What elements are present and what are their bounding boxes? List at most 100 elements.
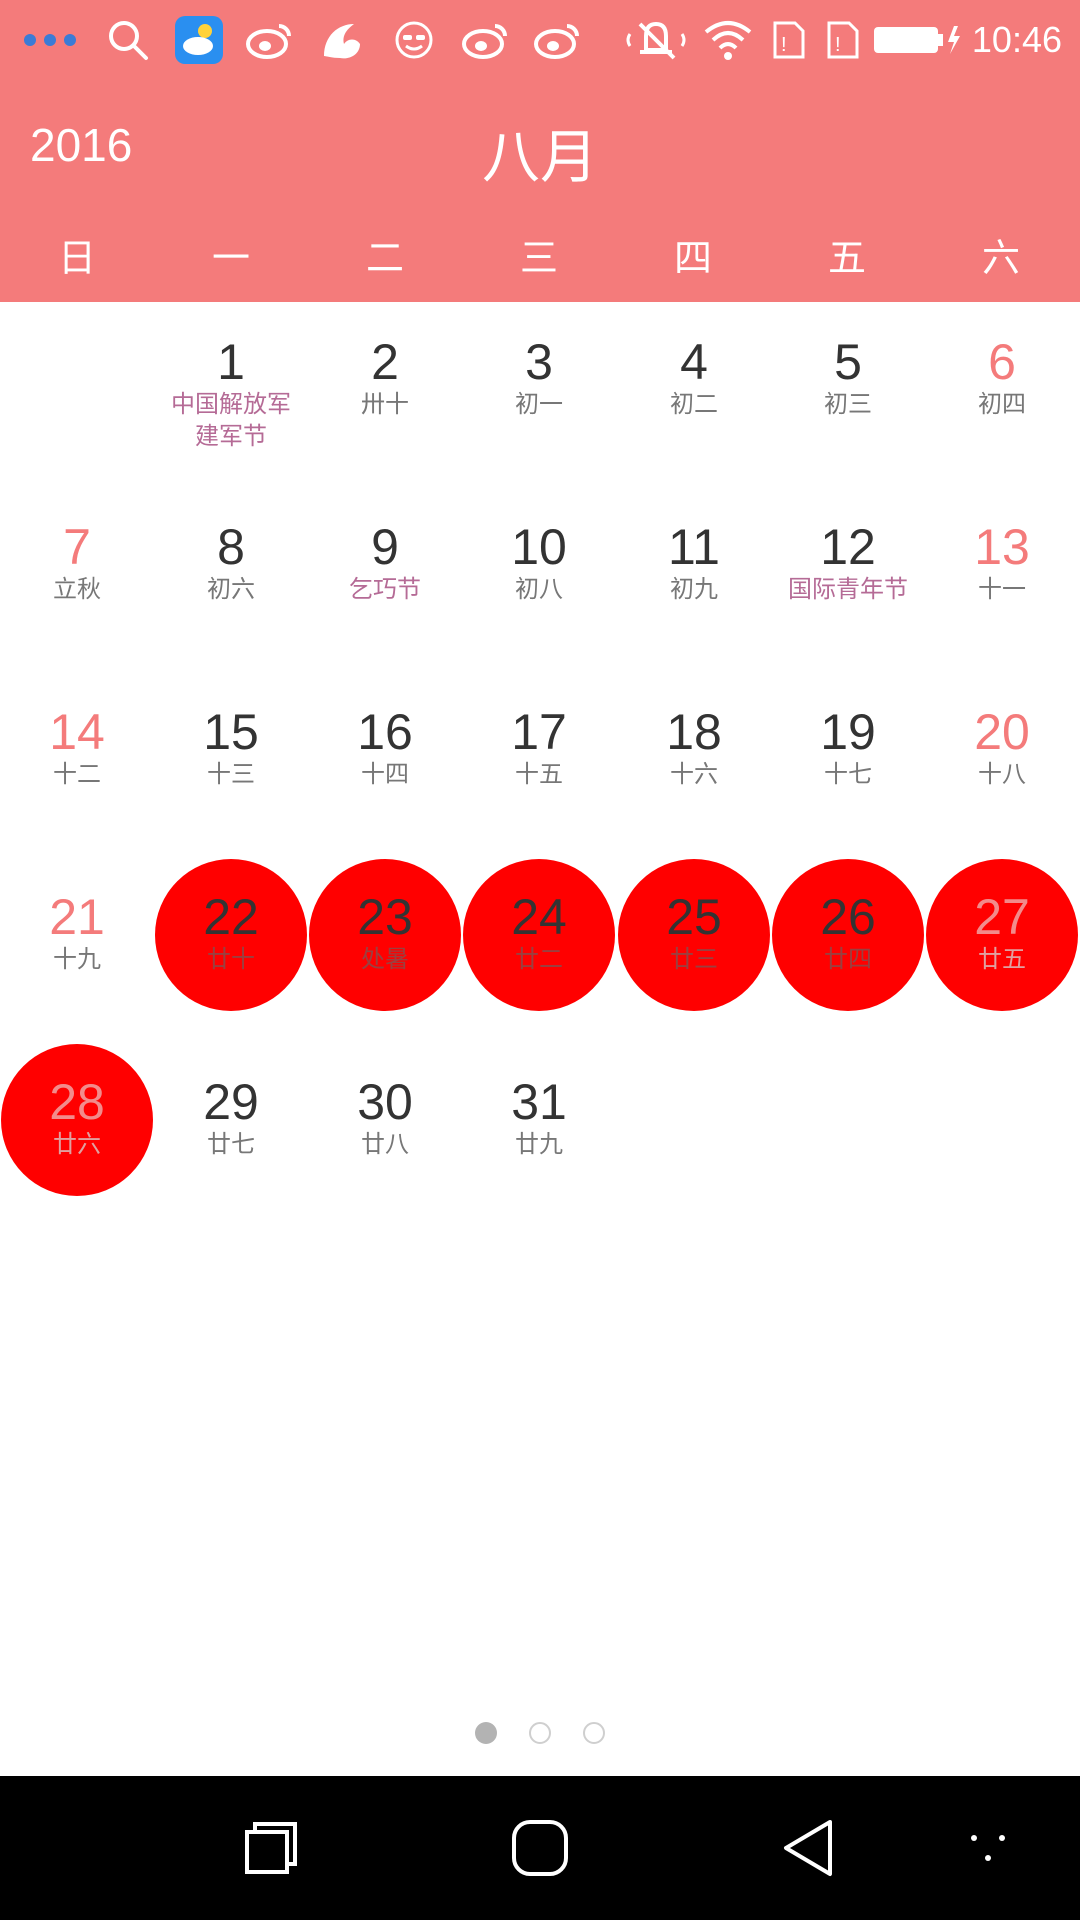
day-cell[interactable]: 8 初六 (154, 487, 308, 672)
lunar-label: 十九 (53, 945, 101, 973)
search-icon (100, 0, 156, 80)
weibo-icon (530, 0, 586, 80)
day-cell[interactable]: 9 乞巧节 (308, 487, 462, 672)
lunar-label: 十六 (670, 760, 718, 788)
day-number: 31 (511, 1074, 567, 1130)
day-cell[interactable]: 31 廿九 (462, 1042, 616, 1227)
day-number: 6 (988, 334, 1016, 390)
day-cell[interactable]: 24 廿二 (462, 857, 616, 1042)
home-icon[interactable] (480, 1776, 600, 1920)
day-cell[interactable]: 3 初一 (462, 302, 616, 487)
day-cell[interactable]: 15 十三 (154, 672, 308, 857)
battery-charging-icon (872, 0, 964, 80)
day-cell[interactable]: 20 十八 (925, 672, 1079, 857)
more-dots-icon (18, 0, 82, 80)
lunar-label: 卅十 (361, 390, 409, 418)
weekday-sun: 日 (57, 236, 96, 280)
day-number: 10 (511, 519, 567, 575)
lunar-label: 中国解放军 建军节 (171, 390, 291, 450)
svg-text:!: ! (781, 34, 787, 56)
day-cell[interactable]: 7 立秋 (0, 487, 154, 672)
day-number: 3 (525, 334, 553, 390)
day-cell[interactable]: 17 十五 (462, 672, 616, 857)
day-cell[interactable]: 6 初四 (925, 302, 1079, 487)
day-cell[interactable]: 14 十二 (0, 672, 154, 857)
day-cell[interactable]: 5 初三 (771, 302, 925, 487)
weekday-tue: 二 (365, 236, 404, 280)
day-number: 23 (357, 889, 413, 945)
day-number: 4 (680, 334, 708, 390)
lunar-label: 十五 (515, 760, 563, 788)
navigation-bar (0, 1776, 1080, 1920)
day-cell[interactable]: 28 廿六 (0, 1042, 154, 1227)
day-number: 2 (371, 334, 399, 390)
calendar-header: 2016 八月 日 一 二 三 四 五 六 (0, 80, 1080, 302)
lunar-label: 初八 (515, 575, 563, 603)
day-cell[interactable]: 25 廿三 (617, 857, 771, 1042)
back-icon[interactable] (748, 1776, 868, 1920)
lunar-label: 处暑 (361, 945, 409, 973)
day-number: 29 (203, 1074, 259, 1130)
sim1-icon: ! (764, 0, 814, 80)
lunar-label: 初一 (515, 390, 563, 418)
lunar-label: 十四 (361, 760, 409, 788)
lunar-label: 国际青年节 (788, 575, 908, 603)
calendar-grid: 1 中国解放军 建军节 2 卅十 3 初一 4 初二 5 初三 6 初四 7 立秋 8 初六 9 乞巧节 10 初八 1… (0, 302, 1080, 1232)
day-number: 28 (49, 1074, 105, 1130)
lunar-label: 十三 (207, 760, 255, 788)
day-cell[interactable]: 27 廿五 (925, 857, 1079, 1042)
day-number: 8 (217, 519, 245, 575)
lunar-label: 十一 (978, 575, 1026, 603)
day-number: 20 (974, 704, 1030, 760)
day-cell[interactable]: 13 十一 (925, 487, 1079, 672)
day-number: 17 (511, 704, 567, 760)
wifi-icon (700, 0, 756, 80)
page-dot[interactable] (583, 1722, 605, 1744)
lunar-label: 十二 (53, 760, 101, 788)
recent-apps-icon[interactable] (211, 1776, 331, 1920)
day-cell[interactable]: 19 十七 (771, 672, 925, 857)
day-cell[interactable]: 23 处暑 (308, 857, 462, 1042)
lunar-label: 廿二 (515, 945, 563, 973)
page-dot[interactable] (529, 1722, 551, 1744)
day-cell[interactable]: 16 十四 (308, 672, 462, 857)
day-number: 12 (820, 519, 876, 575)
lunar-label: 廿十 (207, 945, 255, 973)
day-number: 24 (511, 889, 567, 945)
weekday-fri: 五 (827, 236, 866, 280)
weekday-thu: 四 (673, 236, 712, 280)
day-number: 18 (666, 704, 722, 760)
day-number: 9 (371, 519, 399, 575)
page-indicator (0, 1722, 1080, 1746)
day-number: 7 (63, 519, 91, 575)
day-cell[interactable]: 10 初八 (462, 487, 616, 672)
lunar-label: 廿八 (361, 1130, 409, 1158)
lunar-label: 廿三 (670, 945, 718, 973)
day-cell[interactable]: 22 廿十 (154, 857, 308, 1042)
day-cell[interactable]: 18 十六 (617, 672, 771, 857)
day-cell[interactable]: 12 国际青年节 (771, 487, 925, 672)
day-cell[interactable]: 21 十九 (0, 857, 154, 1042)
status-time: 10:46 (971, 19, 1062, 60)
day-cell[interactable]: 2 卅十 (308, 302, 462, 487)
day-cell[interactable]: 29 廿七 (154, 1042, 308, 1227)
day-cell[interactable]: 11 初九 (617, 487, 771, 672)
month-title[interactable]: 八月 (0, 110, 1080, 194)
face-app-icon (386, 0, 442, 80)
lunar-label: 廿五 (978, 945, 1026, 973)
weibo-icon (458, 0, 514, 80)
menu-icon[interactable] (928, 1776, 1048, 1920)
weibo-icon (242, 0, 298, 80)
page-dot[interactable] (475, 1722, 497, 1744)
day-number: 25 (666, 889, 722, 945)
sim2-icon: ! (818, 0, 868, 80)
day-cell[interactable]: 1 中国解放军 建军节 (154, 302, 308, 487)
day-cell[interactable]: 4 初二 (617, 302, 771, 487)
lunar-label: 廿七 (207, 1130, 255, 1158)
lunar-label: 初四 (978, 390, 1026, 418)
lunar-label: 立秋 (53, 575, 101, 603)
weather-app-icon (172, 0, 226, 80)
day-number: 1 (217, 334, 245, 390)
day-cell[interactable]: 30 廿八 (308, 1042, 462, 1227)
day-cell[interactable]: 26 廿四 (771, 857, 925, 1042)
